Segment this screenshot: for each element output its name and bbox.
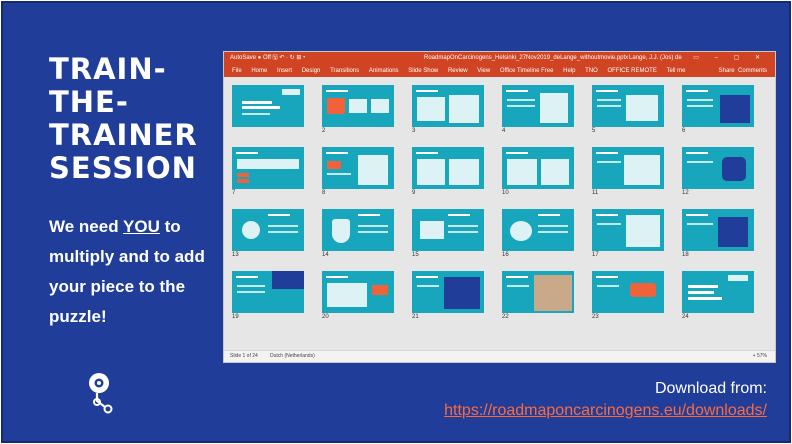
slide-thumbnail xyxy=(232,147,304,189)
ribbon-tab: Transitions xyxy=(330,68,360,74)
slide-body-text: We need YOU to multiply and to add your … xyxy=(49,212,219,332)
slide-number: 18 xyxy=(682,252,689,258)
slide-number: 2 xyxy=(322,128,326,134)
slide-number: 4 xyxy=(502,128,506,134)
slide-count: Slide 1 of 24 xyxy=(230,353,258,359)
ppt-status-bar: Slide 1 of 24 Dutch (Netherlands) + 57% xyxy=(224,350,775,362)
ribbon-tab: OFFICE REMOTE xyxy=(607,68,657,74)
slide-thumbnail xyxy=(592,209,664,251)
title-line: TRAIN- xyxy=(49,52,167,86)
slide-thumbnail xyxy=(502,209,574,251)
title-line: THE- xyxy=(49,85,129,119)
slide-thumbnail xyxy=(682,85,754,127)
slide-thumbnail xyxy=(412,147,484,189)
slide-thumbnail xyxy=(412,85,484,127)
slide-thumbnail xyxy=(322,209,394,251)
window-controls-icon: ▭ – ▢ ✕ xyxy=(693,55,767,61)
slide-number: 10 xyxy=(502,190,509,196)
ribbon-tab: Help xyxy=(563,68,576,74)
slide-thumbnail xyxy=(322,147,394,189)
slide-thumbnail xyxy=(412,271,484,313)
slide-number: 24 xyxy=(682,314,689,320)
slide-number: 9 xyxy=(412,190,416,196)
slide-thumbnail xyxy=(502,147,574,189)
slide-sorter: 2 3 4 5 6 7 8 9 10 11 12 13 14 15 16 17 … xyxy=(224,77,775,351)
slide-thumbnail xyxy=(592,271,664,313)
slide-number: 22 xyxy=(502,314,509,320)
ribbon-tab: Home xyxy=(251,68,268,74)
ppt-ribbon-tabs: File Home Insert Design Transitions Anim… xyxy=(224,65,775,77)
ppt-filename: RoadmapOnCarcinogens_Helsinki_27Nov2019_… xyxy=(424,55,629,61)
slide-thumbnail xyxy=(322,271,394,313)
ribbon-tab: Slide Show xyxy=(408,68,439,74)
download-link[interactable]: https://roadmaponcarcinogens.eu/download… xyxy=(444,400,767,422)
slide-thumbnail xyxy=(682,271,754,313)
slide-number: 14 xyxy=(322,252,329,258)
slide-number: 21 xyxy=(412,314,419,320)
roadmap-logo-icon xyxy=(89,373,113,414)
ribbon-tab: Design xyxy=(301,68,321,74)
ppt-user: Lange, J.J. (Jos) de xyxy=(629,55,682,61)
slide-title: TRAIN- THE- TRAINER SESSION xyxy=(49,53,209,185)
slide-thumbnail xyxy=(592,147,664,189)
presentation-slide: TRAIN- THE- TRAINER SESSION We need YOU … xyxy=(1,1,791,443)
slide-number: 17 xyxy=(592,252,599,258)
zoom-level: + 57% xyxy=(752,353,767,359)
ppt-quick-access: AutoSave ● Off 🖫 ↶ · ↻ ⊞ ▾ xyxy=(230,55,306,61)
slide-number: 8 xyxy=(322,190,326,196)
slide-number: 11 xyxy=(592,190,599,196)
slide-number: 5 xyxy=(592,128,596,134)
slide-thumbnail xyxy=(232,85,304,127)
ribbon-tab: Review xyxy=(447,68,468,74)
ribbon-tab: View xyxy=(477,68,491,74)
ribbon-tab: Animations xyxy=(368,68,399,74)
title-line: SESSION xyxy=(49,151,197,185)
slide-number: 16 xyxy=(502,252,509,258)
body-emphasis: YOU xyxy=(123,217,160,236)
slide-thumbnail xyxy=(322,85,394,127)
ppt-share-comments: Share Comments xyxy=(719,65,767,77)
ribbon-tab: File xyxy=(232,68,242,74)
slide-thumbnail xyxy=(502,85,574,127)
slide-number: 19 xyxy=(232,314,239,320)
ribbon-tab-search: Tell me xyxy=(666,68,686,74)
slide-thumbnail xyxy=(502,271,574,313)
slide-number: 15 xyxy=(412,252,419,258)
slide-number: 7 xyxy=(232,190,236,196)
slide-number: 6 xyxy=(682,128,686,134)
slide-number: 20 xyxy=(322,314,329,320)
ribbon-tab: Insert xyxy=(277,68,293,74)
download-label: Download from: xyxy=(654,380,767,397)
slide-thumbnail xyxy=(232,271,304,313)
language: Dutch (Netherlands) xyxy=(270,353,315,359)
ribbon-tab: TNO xyxy=(585,68,598,74)
slide-thumbnail xyxy=(232,209,304,251)
ppt-title-bar: AutoSave ● Off 🖫 ↶ · ↻ ⊞ ▾ RoadmapOnCarc… xyxy=(224,52,775,65)
ribbon-tab: Office Timeline Free xyxy=(499,68,554,74)
slide-thumbnail xyxy=(412,209,484,251)
slide-number: 3 xyxy=(412,128,416,134)
slide-number: 12 xyxy=(682,190,689,196)
body-part1: We need xyxy=(49,217,124,236)
slide-thumbnail xyxy=(682,147,754,189)
slide-thumbnail xyxy=(682,209,754,251)
title-line: TRAINER xyxy=(49,118,198,152)
download-info: Download from: https://roadmaponcarcinog… xyxy=(444,378,767,422)
slide-thumbnail xyxy=(592,85,664,127)
powerpoint-window-screenshot: AutoSave ● Off 🖫 ↶ · ↻ ⊞ ▾ RoadmapOnCarc… xyxy=(223,51,776,363)
slide-number: 13 xyxy=(232,252,239,258)
slide-number: 23 xyxy=(592,314,599,320)
share-label: Share xyxy=(718,68,735,74)
comments-label: Comments xyxy=(737,68,767,74)
